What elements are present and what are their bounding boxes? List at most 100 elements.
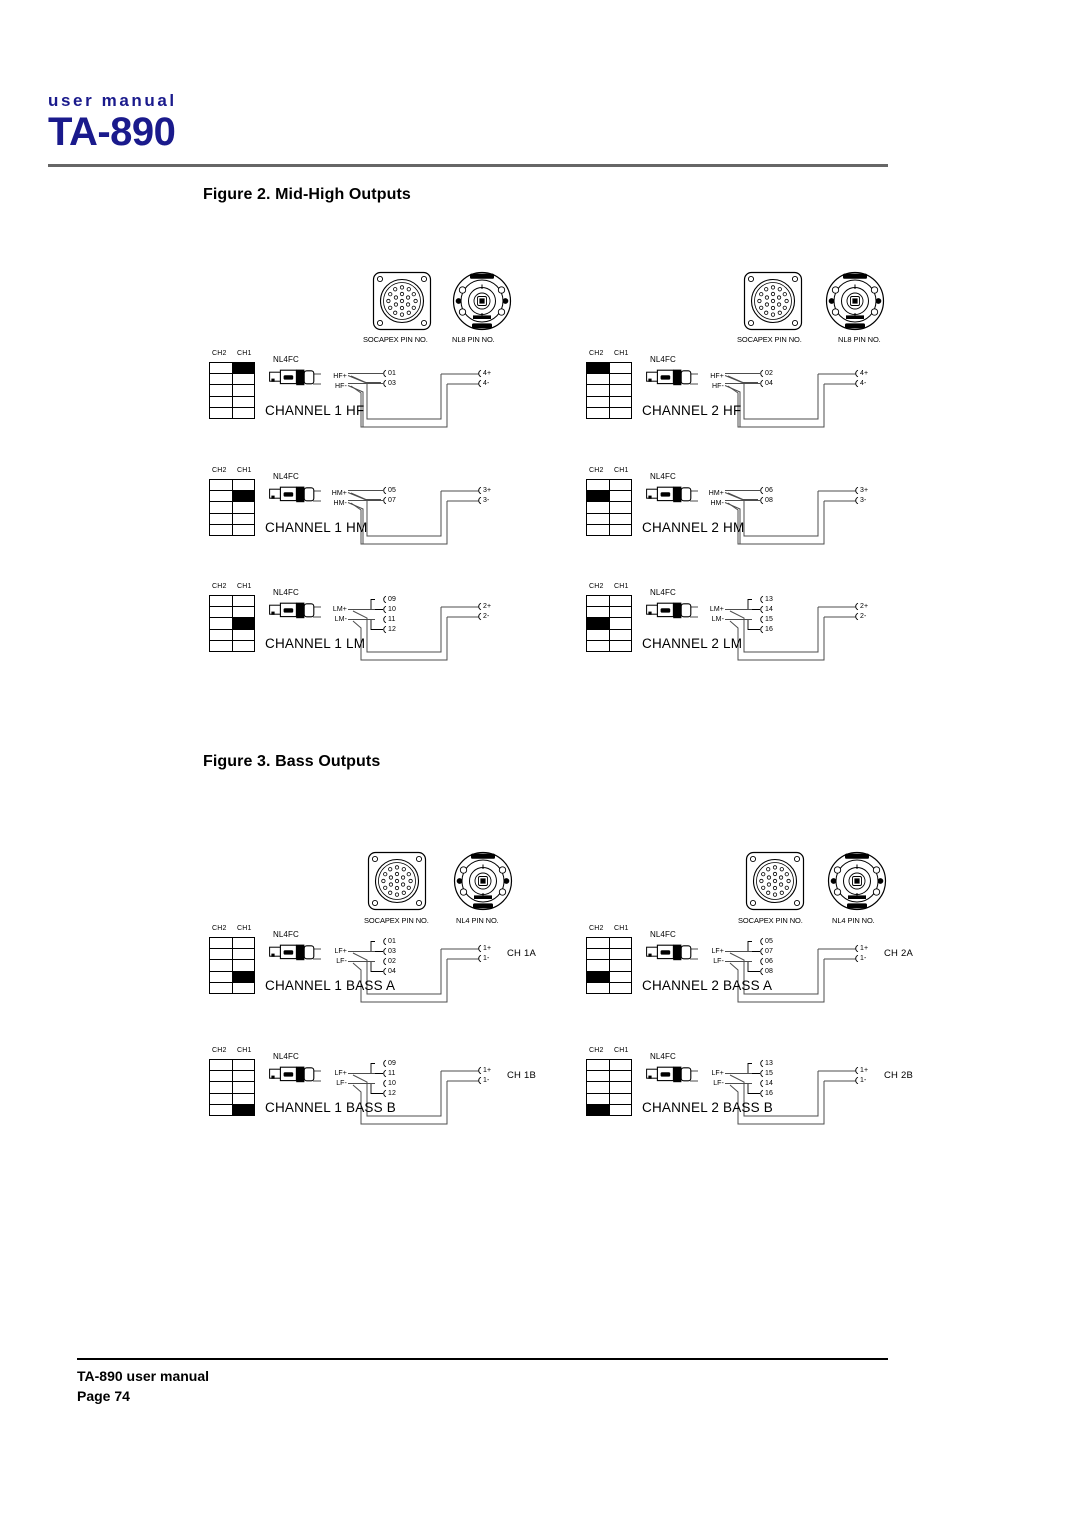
- matrix-cell-ch2[interactable]: [209, 959, 233, 972]
- matrix-cell-ch2[interactable]: [209, 395, 233, 408]
- matrix-cell-ch2[interactable]: [586, 606, 610, 619]
- matrix-cell-ch2[interactable]: [586, 490, 610, 503]
- matrix-cell-ch1[interactable]: [231, 970, 255, 983]
- matrix-cell-ch1[interactable]: [608, 512, 632, 525]
- matrix-cell-ch2[interactable]: [209, 1081, 233, 1094]
- matrix-cell-ch2[interactable]: [209, 361, 233, 375]
- matrix-cell-ch2[interactable]: [209, 490, 233, 503]
- matrix-cell-ch1[interactable]: [231, 1070, 255, 1083]
- matrix-cell-ch1[interactable]: [608, 490, 632, 503]
- matrix-cell-ch2[interactable]: [586, 639, 610, 652]
- matrix-cell-ch2[interactable]: [586, 594, 610, 608]
- matrix-cell-ch2[interactable]: [586, 361, 610, 375]
- matrix-cell-ch1[interactable]: [231, 1081, 255, 1094]
- matrix-cell-ch1[interactable]: [608, 639, 632, 652]
- matrix-cell-ch1[interactable]: [231, 617, 255, 630]
- matrix-cell-ch2[interactable]: [586, 406, 610, 419]
- matrix-cell-ch2[interactable]: [209, 1058, 233, 1072]
- matrix-cell-ch2[interactable]: [586, 512, 610, 525]
- matrix-cell-ch1[interactable]: [231, 512, 255, 525]
- matrix-cell-ch2[interactable]: [586, 1070, 610, 1083]
- matrix-cell-ch1[interactable]: [231, 639, 255, 652]
- matrix-cell-ch1[interactable]: [231, 594, 255, 608]
- matrix-cell-ch2[interactable]: [209, 384, 233, 397]
- matrix-cell-ch1[interactable]: [231, 1092, 255, 1105]
- matrix-cell-ch2[interactable]: [209, 1103, 233, 1116]
- matrix-cell-ch1[interactable]: [608, 606, 632, 619]
- matrix-cell-ch1[interactable]: [608, 384, 632, 397]
- matrix-cell-ch1[interactable]: [608, 523, 632, 536]
- matrix-cell-ch1[interactable]: [231, 1058, 255, 1072]
- matrix-cell-ch2[interactable]: [209, 501, 233, 514]
- matrix-cell-ch1[interactable]: [608, 948, 632, 961]
- matrix-cell-ch2[interactable]: [586, 628, 610, 641]
- matrix-cell-ch2[interactable]: [209, 523, 233, 536]
- matrix-cell-ch1[interactable]: [608, 1103, 632, 1116]
- matrix-cell-ch1[interactable]: [231, 501, 255, 514]
- matrix-cell-ch1[interactable]: [608, 1092, 632, 1105]
- matrix-cell-ch2[interactable]: [586, 1092, 610, 1105]
- matrix-cell-ch2[interactable]: [586, 501, 610, 514]
- matrix-cell-ch2[interactable]: [209, 594, 233, 608]
- matrix-cell-ch1[interactable]: [231, 384, 255, 397]
- matrix-cell-ch2[interactable]: [586, 948, 610, 961]
- matrix-cell-ch2[interactable]: [586, 384, 610, 397]
- matrix-cell-ch2[interactable]: [209, 606, 233, 619]
- matrix-cell-ch1[interactable]: [231, 361, 255, 375]
- matrix-cell-ch2[interactable]: [209, 948, 233, 961]
- matrix-cell-ch2[interactable]: [586, 1058, 610, 1072]
- matrix-cell-ch2[interactable]: [209, 1070, 233, 1083]
- matrix-cell-ch1[interactable]: [608, 959, 632, 972]
- matrix-cell-ch2[interactable]: [209, 478, 233, 492]
- matrix-cell-ch1[interactable]: [231, 1103, 255, 1116]
- matrix-cell-ch2[interactable]: [586, 395, 610, 408]
- matrix-cell-ch1[interactable]: [231, 373, 255, 386]
- matrix-cell-ch1[interactable]: [608, 395, 632, 408]
- matrix-cell-ch2[interactable]: [209, 628, 233, 641]
- matrix-cell-ch1[interactable]: [608, 501, 632, 514]
- matrix-cell-ch2[interactable]: [209, 970, 233, 983]
- matrix-cell-ch1[interactable]: [231, 406, 255, 419]
- matrix-cell-ch2[interactable]: [209, 981, 233, 994]
- matrix-cell-ch2[interactable]: [209, 406, 233, 419]
- matrix-cell-ch2[interactable]: [586, 523, 610, 536]
- matrix-cell-ch1[interactable]: [608, 936, 632, 950]
- matrix-cell-ch2[interactable]: [586, 373, 610, 386]
- matrix-cell-ch1[interactable]: [608, 478, 632, 492]
- matrix-cell-ch2[interactable]: [209, 617, 233, 630]
- matrix-cell-ch1[interactable]: [608, 981, 632, 994]
- matrix-cell-ch2[interactable]: [586, 1103, 610, 1116]
- matrix-cell-ch1[interactable]: [231, 981, 255, 994]
- matrix-cell-ch2[interactable]: [586, 478, 610, 492]
- matrix-cell-ch1[interactable]: [608, 1081, 632, 1094]
- matrix-cell-ch1[interactable]: [608, 1058, 632, 1072]
- matrix-cell-ch2[interactable]: [209, 512, 233, 525]
- matrix-cell-ch2[interactable]: [209, 1092, 233, 1105]
- matrix-cell-ch2[interactable]: [209, 639, 233, 652]
- matrix-cell-ch1[interactable]: [608, 970, 632, 983]
- matrix-cell-ch2[interactable]: [209, 373, 233, 386]
- matrix-cell-ch2[interactable]: [586, 981, 610, 994]
- matrix-cell-ch1[interactable]: [231, 948, 255, 961]
- matrix-cell-ch2[interactable]: [586, 1081, 610, 1094]
- matrix-cell-ch1[interactable]: [231, 523, 255, 536]
- matrix-cell-ch1[interactable]: [231, 959, 255, 972]
- matrix-cell-ch1[interactable]: [231, 628, 255, 641]
- matrix-cell-ch2[interactable]: [586, 970, 610, 983]
- matrix-cell-ch1[interactable]: [608, 617, 632, 630]
- matrix-cell-ch1[interactable]: [231, 395, 255, 408]
- matrix-cell-ch1[interactable]: [608, 373, 632, 386]
- matrix-cell-ch1[interactable]: [608, 406, 632, 419]
- matrix-cell-ch1[interactable]: [608, 628, 632, 641]
- matrix-cell-ch2[interactable]: [209, 936, 233, 950]
- matrix-cell-ch1[interactable]: [231, 478, 255, 492]
- matrix-cell-ch2[interactable]: [586, 959, 610, 972]
- matrix-cell-ch1[interactable]: [231, 936, 255, 950]
- matrix-cell-ch1[interactable]: [231, 490, 255, 503]
- matrix-cell-ch2[interactable]: [586, 617, 610, 630]
- matrix-cell-ch2[interactable]: [586, 936, 610, 950]
- matrix-cell-ch1[interactable]: [608, 1070, 632, 1083]
- matrix-cell-ch1[interactable]: [608, 361, 632, 375]
- matrix-cell-ch1[interactable]: [231, 606, 255, 619]
- matrix-cell-ch1[interactable]: [608, 594, 632, 608]
